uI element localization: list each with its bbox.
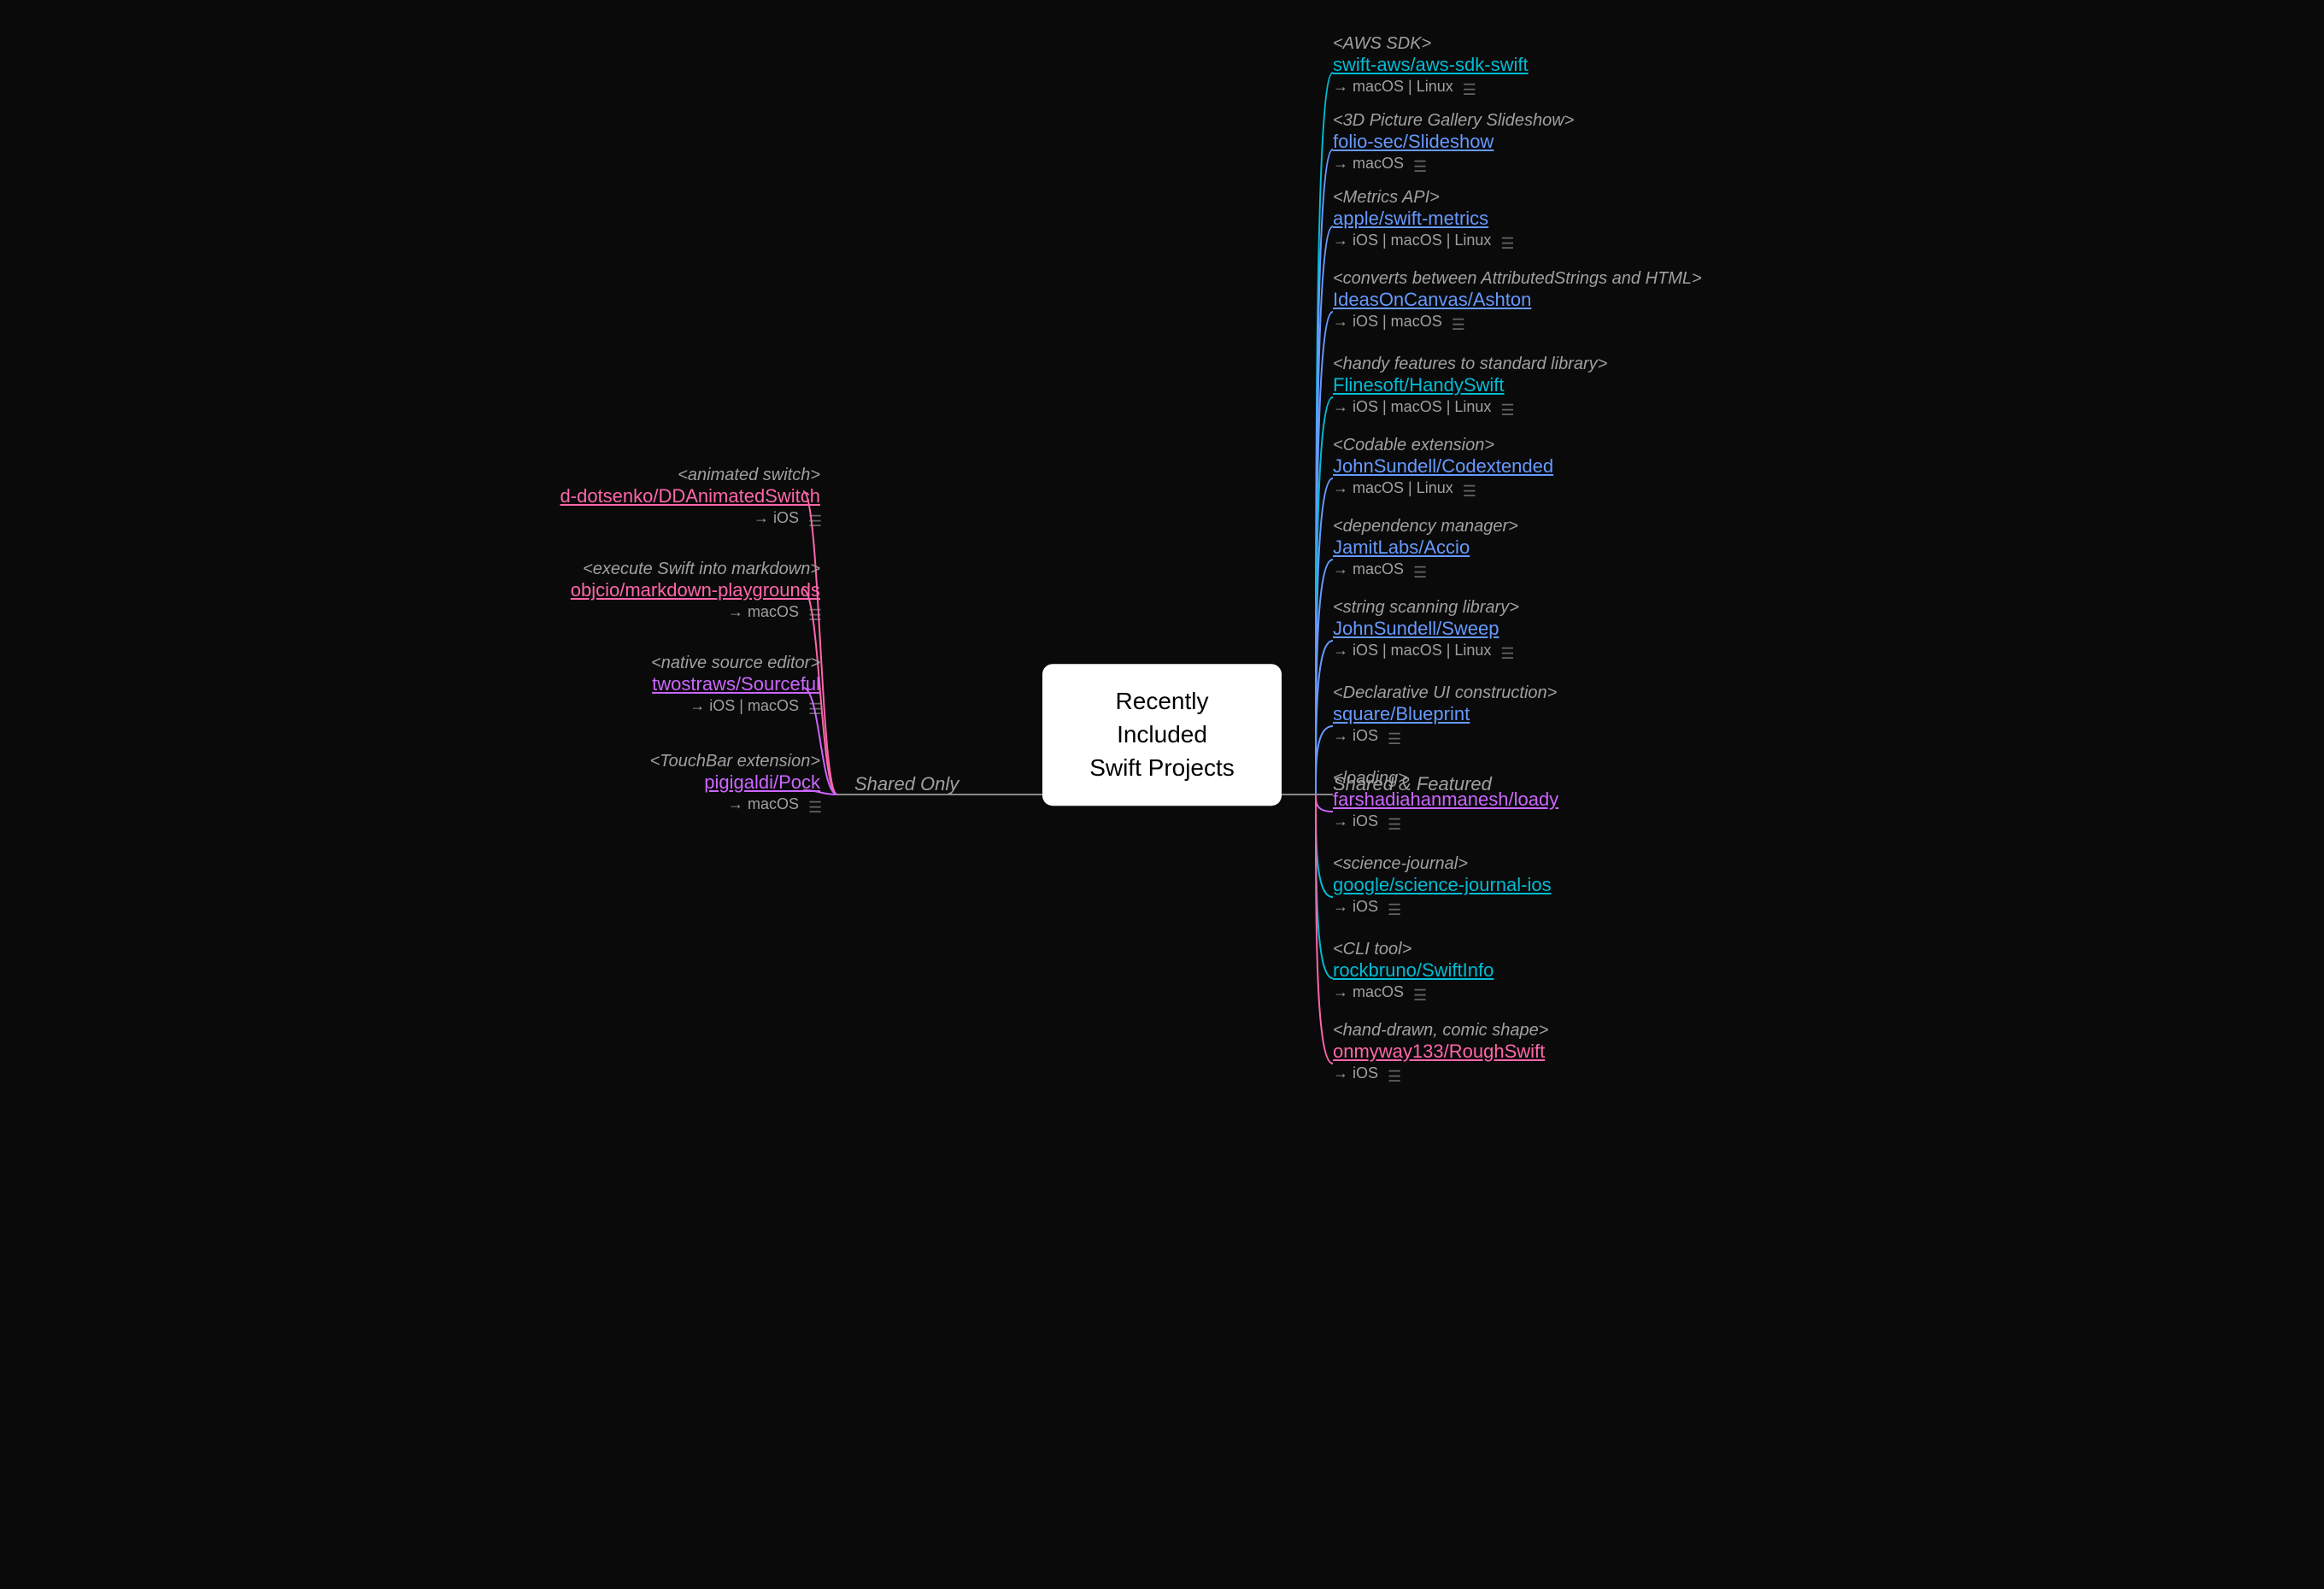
list-icon-r9: ☰ — [1388, 816, 1400, 828]
node-touchbar: <TouchBar extension> pigigaldi/Pock → ma… — [650, 752, 820, 813]
list-icon-r0: ☰ — [1463, 81, 1475, 93]
node-native-source-editor: <native source editor> twostraws/Sourcef… — [651, 654, 820, 715]
list-icon-r3: ☰ — [1452, 316, 1464, 328]
node-loading: <loading> farshadiahanmanesh/loady → iOS… — [1333, 769, 1558, 830]
category-native-source: <native source editor> — [651, 654, 820, 673]
list-icon-3: ☰ — [808, 701, 820, 712]
node-aws-sdk: <AWS SDK> swift-aws/aws-sdk-swift → macO… — [1333, 34, 1529, 96]
list-icon-r4: ☰ — [1500, 402, 1512, 413]
center-line2: Swift Projects — [1089, 755, 1235, 782]
center-line1: Recently Included — [1116, 688, 1209, 748]
list-icon-r11: ☰ — [1413, 987, 1425, 999]
list-icon-2: ☰ — [808, 607, 820, 619]
center-node: Recently Included Swift Projects — [1042, 664, 1282, 806]
list-icon-r5: ☰ — [1463, 483, 1475, 495]
list-icon-r1: ☰ — [1413, 158, 1425, 170]
node-declarative-ui: <Declarative UI construction> square/Blu… — [1333, 683, 1557, 745]
node-science-journal: <science-journal> google/science-journal… — [1333, 854, 1552, 916]
list-icon-r10: ☰ — [1388, 901, 1400, 913]
category-animated-switch: <animated switch> — [560, 466, 820, 485]
platform-touchbar: → macOS ☰ — [650, 795, 820, 813]
node-cli-tool: <CLI tool> rockbruno/SwiftInfo → macOS ☰ — [1333, 940, 1494, 1001]
node-string-scanning: <string scanning library> JohnSundell/Sw… — [1333, 598, 1519, 660]
list-icon: ☰ — [808, 513, 820, 525]
platform-native-source: → iOS | macOS ☰ — [651, 697, 820, 715]
node-hand-drawn: <hand-drawn, comic shape> onmyway133/Rou… — [1333, 1021, 1548, 1082]
node-codable-extension: <Codable extension> JohnSundell/Codexten… — [1333, 436, 1553, 497]
node-execute-swift: <execute Swift into markdown> objcio/mar… — [571, 560, 820, 621]
list-icon-r6: ☰ — [1413, 564, 1425, 576]
list-icon-r8: ☰ — [1388, 730, 1400, 742]
platform-animated-switch: → iOS ☰ — [560, 509, 820, 527]
repo-touchbar[interactable]: pigigaldi/Pock — [650, 771, 820, 794]
node-animated-switch: <animated switch> d-dotsenko/DDAnimatedS… — [560, 466, 820, 527]
list-icon-4: ☰ — [808, 799, 820, 811]
node-3d-gallery: <3D Picture Gallery Slideshow> folio-sec… — [1333, 111, 1574, 173]
mindmap-canvas: Recently Included Swift Projects Shared … — [0, 0, 2324, 1589]
repo-animated-switch[interactable]: d-dotsenko/DDAnimatedSwitch — [560, 485, 820, 507]
category-execute-swift: <execute Swift into markdown> — [571, 560, 820, 579]
node-attributed-strings: <converts between AttributedStrings and … — [1333, 269, 1702, 331]
list-icon-r2: ☰ — [1500, 235, 1512, 247]
node-dependency-manager: <dependency manager> JamitLabs/Accio → m… — [1333, 517, 1518, 578]
platform-execute-swift: → macOS ☰ — [571, 603, 820, 621]
category-touchbar: <TouchBar extension> — [650, 752, 820, 771]
node-metrics-api: <Metrics API> apple/swift-metrics → iOS … — [1333, 188, 1512, 249]
repo-execute-swift[interactable]: objcio/markdown-playgrounds — [571, 579, 820, 601]
node-handy-features: <handy features to standard library> Fli… — [1333, 355, 1607, 416]
repo-native-source[interactable]: twostraws/Sourceful — [651, 673, 820, 695]
list-icon-r7: ☰ — [1500, 645, 1512, 657]
left-edge-label: Shared Only — [854, 773, 959, 795]
list-icon-r12: ☰ — [1388, 1068, 1400, 1080]
